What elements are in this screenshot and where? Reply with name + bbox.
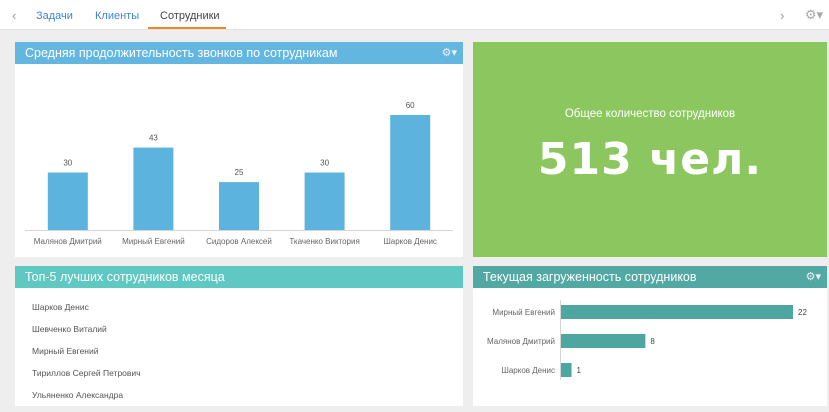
x-tick-label: Мирный Евгений (122, 237, 185, 246)
y-tick-label: Шарков Денис (502, 366, 556, 375)
total-employees-label: Общее количество сотрудников (564, 108, 736, 120)
y-tick-label: Мирный Евгений (492, 308, 555, 317)
panel-settings-gear-icon[interactable]: ⚙▾ (806, 266, 821, 288)
avg-call-duration-title: Средняя продолжительность звонков по сот… (25, 46, 338, 60)
settings-gear-icon[interactable]: ⚙▾ (805, 7, 823, 23)
list-item: Мирный Евгений (32, 346, 99, 356)
back-arrow-icon[interactable]: ‹ (12, 8, 16, 23)
bar-value-label: 30 (320, 159, 329, 168)
bar (133, 147, 174, 230)
total-employees-value: 513 чел. (537, 134, 763, 185)
bar-value-label: 43 (149, 134, 158, 143)
x-tick-label: Ткаченко Виктория (289, 237, 359, 246)
y-tick-label: Малянов Дмитрий (487, 337, 555, 346)
avg-call-duration-panel: Средняя продолжительность звонков по сот… (15, 42, 463, 257)
forward-arrow-icon[interactable]: › (780, 8, 784, 23)
top-navigation-bar: ‹ Задачи Клиенты Сотрудники › ⚙▾ (0, 0, 829, 30)
list-item: Тириллов Сергей Петрович (32, 368, 141, 378)
bar (219, 182, 259, 230)
bar-value-label: 22 (798, 308, 807, 317)
bar-value-label: 30 (63, 159, 72, 168)
bar-value-label: 8 (650, 337, 655, 346)
x-tick-label: Шарков Денис (383, 237, 437, 246)
list-item: Шарков Денис (32, 302, 89, 312)
top5-employees-title: Топ-5 лучших сотрудников месяца (25, 270, 225, 284)
bar-value-label: 60 (406, 101, 415, 110)
list-item: Шевченко Виталий (32, 324, 107, 334)
tab-employees[interactable]: Сотрудники (160, 10, 220, 22)
total-employees-panel: Общее количество сотрудников 513 чел. (473, 42, 827, 257)
tab-tasks[interactable]: Задачи (36, 10, 73, 22)
current-workload-title: Текущая загруженность сотрудников (483, 270, 697, 284)
top5-employees-header: Топ-5 лучших сотрудников месяца (15, 266, 463, 288)
current-workload-chart: Мирный Евгений 22 Малянов Дмитрий 8 Шарков Д… (487, 300, 807, 380)
active-tab-indicator (148, 27, 226, 29)
current-workload-header: Текущая загруженность сотрудников ⚙▾ (473, 266, 827, 288)
top5-employees-list: Шарков Денис Шевченко Виталий Мирный Евг… (32, 302, 141, 412)
tab-clients[interactable]: Клиенты (95, 10, 139, 22)
list-item: Ульяненко Александра (32, 390, 124, 400)
bar (561, 305, 793, 319)
x-tick-label: Сидоров Алексей (206, 237, 272, 246)
current-workload-panel: Текущая загруженность сотрудников ⚙▾ Мир… (473, 266, 827, 406)
bar (47, 172, 88, 230)
avg-call-duration-chart: 30 Малянов Дмитрий 43 Мирный Евгений 25 Сидор… (25, 101, 453, 246)
bar (304, 172, 345, 230)
bar-value-label: 1 (577, 366, 582, 375)
bar (561, 363, 572, 377)
bar (390, 115, 431, 230)
bar-value-label: 25 (235, 168, 244, 177)
top5-employees-panel: Топ-5 лучших сотрудников месяца Шарков Д… (15, 266, 463, 406)
x-tick-label: Малянов Дмитрий (34, 237, 102, 246)
bar (561, 334, 646, 348)
panel-settings-gear-icon[interactable]: ⚙▾ (442, 42, 457, 64)
avg-call-duration-header: Средняя продолжительность звонков по сот… (15, 42, 463, 64)
